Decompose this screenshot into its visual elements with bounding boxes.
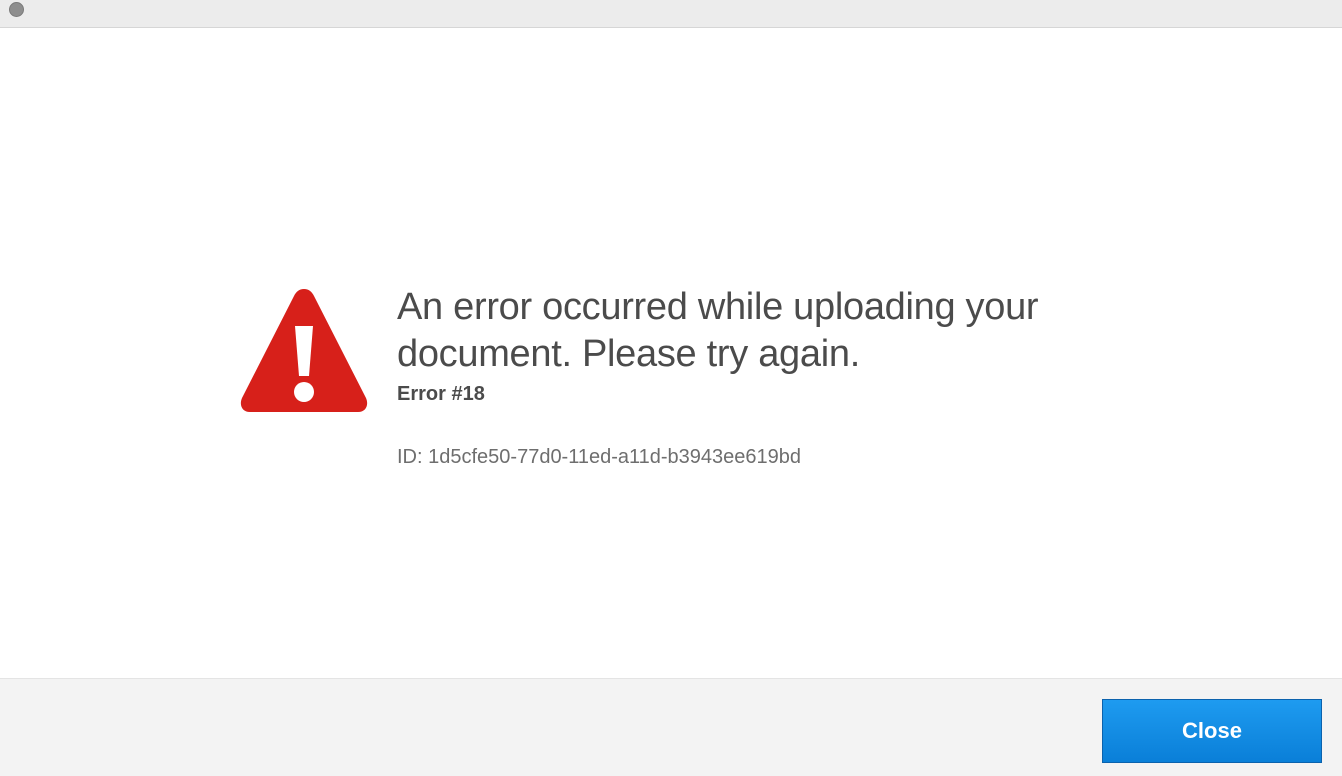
error-headline: An error occurred while uploading your d…: [397, 286, 1039, 375]
error-dialog-window: An error occurred while uploading your d…: [0, 0, 1342, 776]
window-control-button[interactable]: [9, 2, 24, 17]
title-bar: [0, 0, 1342, 28]
dialog-content: An error occurred while uploading your d…: [0, 28, 1342, 678]
error-id: ID: 1d5cfe50-77d0-11ed-a11d-b3943ee619bd: [397, 446, 802, 468]
error-code: Error #18: [397, 383, 485, 405]
warning-icon: [239, 286, 369, 414]
dialog-footer: Close: [0, 678, 1342, 776]
error-message-block: An error occurred while uploading your d…: [397, 284, 1117, 470]
close-button[interactable]: Close: [1102, 699, 1322, 763]
